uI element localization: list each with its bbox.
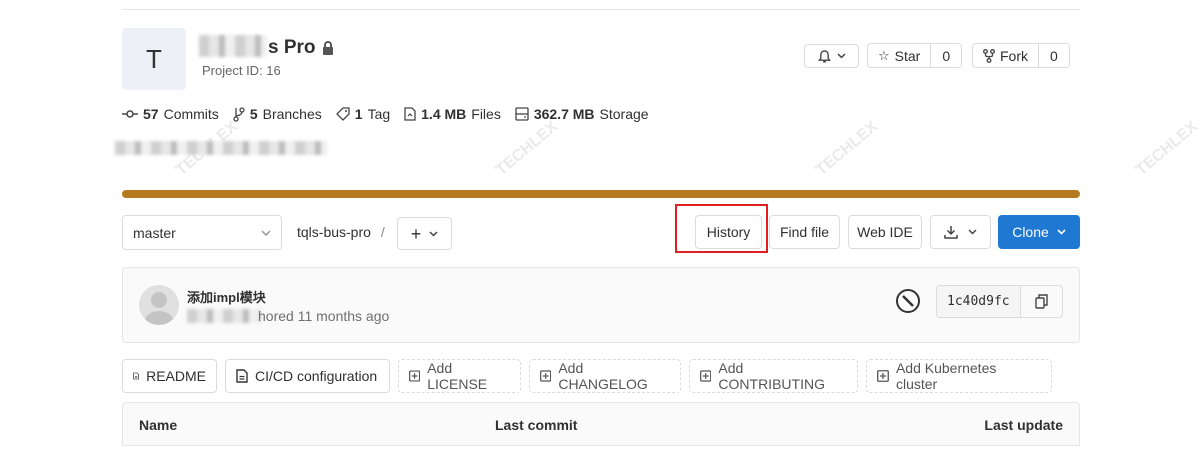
add-dropdown-button[interactable]: + xyxy=(397,217,452,250)
commit-meta: hored 11 months ago xyxy=(258,308,390,324)
download-icon xyxy=(944,226,958,239)
stat-commits[interactable]: 57 Commits xyxy=(122,106,219,122)
clone-button[interactable]: Clone xyxy=(998,215,1080,249)
plus-square-icon xyxy=(540,370,552,382)
avatar[interactable] xyxy=(139,285,179,325)
stat-value: 1 xyxy=(354,106,363,122)
stat-label: Storage xyxy=(599,106,649,122)
clone-label: Clone xyxy=(1012,224,1049,240)
branch-select-value: master xyxy=(133,224,176,241)
star-icon: ☆ xyxy=(878,47,890,63)
repository-languages-bar xyxy=(122,190,1080,198)
add-contributing-button[interactable]: Add CONTRIBUTING xyxy=(689,359,858,393)
star-label: Star xyxy=(894,47,921,64)
stat-value: 1.4 MB xyxy=(421,106,467,122)
commit-title[interactable]: 添加impl模块 xyxy=(187,287,266,306)
ci-cd-label: CI/CD configuration xyxy=(255,368,378,384)
doc-icon xyxy=(133,372,139,380)
commit-icon xyxy=(122,110,138,118)
add-license-button[interactable]: Add LICENSE xyxy=(398,359,521,393)
redacted-description xyxy=(115,141,327,155)
chevron-down-icon xyxy=(1057,229,1066,235)
chevron-down-icon xyxy=(968,229,977,235)
chevron-down-icon xyxy=(429,230,438,237)
fork-icon xyxy=(983,48,995,63)
stat-label: Commits xyxy=(163,106,219,122)
readme-button[interactable]: README xyxy=(122,359,217,393)
readme-label: README xyxy=(146,368,206,384)
branch-icon xyxy=(233,106,245,122)
add-kubernetes-cluster-button[interactable]: Add Kubernetes cluster xyxy=(866,359,1052,393)
branch-select[interactable]: master xyxy=(122,215,282,250)
fork-button[interactable]: Fork xyxy=(973,44,1038,67)
chevron-down-icon xyxy=(836,53,846,59)
stat-label: Tag xyxy=(367,106,391,122)
column-name: Name xyxy=(139,417,178,433)
watermark: TECHLEX xyxy=(1132,118,1202,180)
plus-square-icon xyxy=(877,370,889,382)
divider xyxy=(122,9,1080,10)
stat-value: 362.7 MB xyxy=(533,106,595,122)
copy-icon xyxy=(1035,294,1048,309)
breadcrumb-project[interactable]: tqls-bus-pro xyxy=(297,224,371,240)
plus-icon: + xyxy=(410,223,422,244)
watermark: TECHLEX xyxy=(492,118,562,180)
fork-count[interactable]: 0 xyxy=(1038,44,1069,67)
project-avatar: T xyxy=(122,28,186,90)
stat-branches[interactable]: 5 Branches xyxy=(233,106,322,122)
stat-label: Files xyxy=(471,106,501,122)
notification-dropdown[interactable] xyxy=(804,44,859,68)
project-stats: 57 Commits 5 Branches 1 Tag 1.4 MB Files xyxy=(122,106,649,122)
watermark: TECHLEX xyxy=(812,118,882,180)
fork-label: Fork xyxy=(1000,47,1028,64)
web-ide-button[interactable]: Web IDE xyxy=(848,215,922,249)
star-button[interactable]: ☆ Star xyxy=(868,44,930,67)
file-table-header: Name Last commit Last update xyxy=(122,402,1080,446)
stat-files[interactable]: 1.4 MB Files xyxy=(404,106,501,122)
web-ide-label: Web IDE xyxy=(857,224,913,240)
star-count[interactable]: 0 xyxy=(930,44,962,67)
history-label: History xyxy=(706,224,751,240)
doc-icon xyxy=(236,369,248,383)
stat-value: 5 xyxy=(249,106,258,122)
stat-value: 57 xyxy=(143,106,159,122)
bell-icon xyxy=(817,49,831,63)
stat-tags[interactable]: 1 Tag xyxy=(335,106,391,122)
download-dropdown[interactable] xyxy=(930,215,991,249)
history-button[interactable]: History xyxy=(695,215,762,249)
add-changelog-button[interactable]: Add CHANGELOG xyxy=(529,359,681,393)
breadcrumb: tqls-bus-pro / xyxy=(297,224,385,240)
add-contributing-label: Add CONTRIBUTING xyxy=(718,360,825,392)
fork-button-group[interactable]: Fork 0 xyxy=(972,43,1070,68)
storage-icon xyxy=(515,107,529,121)
user-icon xyxy=(145,292,173,325)
copy-sha-button[interactable] xyxy=(1021,286,1062,317)
stat-label: Branches xyxy=(262,106,322,122)
pipeline-status-icon[interactable] xyxy=(895,288,921,314)
find-file-label: Find file xyxy=(779,224,830,240)
plus-square-icon xyxy=(409,370,421,382)
column-last-update: Last update xyxy=(984,417,1063,433)
chevron-down-icon xyxy=(261,229,271,236)
ci-cd-configuration-button[interactable]: CI/CD configuration xyxy=(225,359,390,393)
project-title[interactable]: s Pro xyxy=(268,37,334,59)
breadcrumb-separator: / xyxy=(380,224,385,240)
commit-sha-group: 1c40d9fc xyxy=(936,285,1063,318)
plus-square-icon xyxy=(700,370,712,382)
lock-icon xyxy=(322,41,333,55)
find-file-button[interactable]: Find file xyxy=(769,215,840,249)
project-id: Project ID: 16 xyxy=(202,63,281,78)
add-kubernetes-label: Add Kubernetes cluster xyxy=(895,360,997,392)
commit-sha[interactable]: 1c40d9fc xyxy=(937,286,1021,317)
tag-icon xyxy=(335,107,350,121)
column-last-commit: Last commit xyxy=(495,417,578,433)
redacted-author xyxy=(187,309,261,323)
stat-storage[interactable]: 362.7 MB Storage xyxy=(515,106,649,122)
project-title-text[interactable]: s Pro xyxy=(268,37,316,59)
add-changelog-label: Add CHANGELOG xyxy=(558,360,648,392)
star-button-group[interactable]: ☆ Star 0 xyxy=(867,43,963,68)
file-icon xyxy=(404,107,416,121)
add-license-label: Add LICENSE xyxy=(427,360,488,392)
redacted-project-name xyxy=(199,35,267,57)
